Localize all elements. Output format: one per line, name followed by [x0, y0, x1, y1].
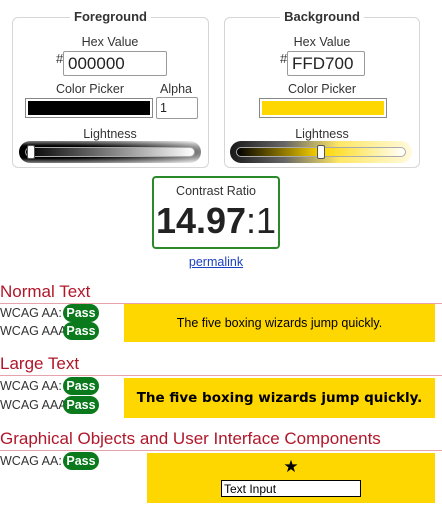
background-panel: Background Hex Value # Color Picker Ligh… [224, 9, 420, 168]
large-aaa-label: WCAG AAA: [0, 398, 71, 412]
contrast-ratio-box: Contrast Ratio 14.97:1 [152, 176, 280, 249]
foreground-lightness-label: Lightness [83, 127, 137, 141]
foreground-alpha-label: Alpha [160, 82, 192, 96]
contrast-ratio-number: 14.97 [155, 200, 247, 241]
normal-aa-pass-badge: Pass [63, 304, 99, 322]
normal-aa-label: WCAG AA: [0, 306, 62, 320]
background-lightness-label: Lightness [295, 127, 349, 141]
normal-aaa-label: WCAG AAA: [0, 324, 71, 338]
background-lightness-slider[interactable] [230, 141, 412, 163]
graphical-objects-heading: Graphical Objects and User Interface Com… [0, 429, 442, 451]
foreground-panel: Foreground Hex Value # Color Picker Alph… [12, 9, 209, 168]
foreground-color-picker-label: Color Picker [55, 82, 125, 96]
star-icon: ★ [283, 457, 299, 476]
foreground-lightness-track [25, 147, 195, 157]
large-aaa-pass-badge: Pass [63, 396, 99, 414]
normal-text-heading: Normal Text [0, 282, 442, 304]
foreground-color-picker[interactable] [25, 98, 153, 118]
foreground-lightness-slider[interactable] [19, 141, 201, 163]
background-swatch [262, 101, 384, 115]
background-title: Background [280, 9, 364, 24]
large-text-sample: The five boxing wizards jump quickly. [124, 378, 435, 418]
background-hex-input[interactable] [287, 51, 365, 76]
foreground-title: Foreground [70, 9, 151, 24]
permalink-link[interactable]: permalink [152, 255, 280, 269]
graphical-aa-pass-badge: Pass [63, 452, 99, 470]
sample-text-input[interactable] [221, 480, 361, 497]
contrast-ratio-suffix: :1 [246, 200, 277, 241]
large-aa-pass-badge: Pass [63, 377, 99, 395]
contrast-ratio-value: 14.97:1 [154, 200, 278, 242]
normal-text-sample: The five boxing wizards jump quickly. [124, 304, 435, 342]
background-color-picker-label: Color Picker [287, 82, 357, 96]
background-lightness-thumb[interactable] [317, 145, 325, 159]
graphical-aa-label: WCAG AA: [0, 454, 62, 468]
graphical-objects-sample: ★ [147, 453, 435, 503]
foreground-hex-label: Hex Value [81, 35, 139, 49]
foreground-swatch [28, 101, 150, 115]
large-text-heading: Large Text [0, 354, 442, 376]
foreground-alpha-input[interactable] [156, 97, 198, 119]
normal-aaa-pass-badge: Pass [63, 322, 99, 340]
large-aa-label: WCAG AA: [0, 379, 62, 393]
contrast-ratio-label: Contrast Ratio [176, 184, 256, 198]
background-hex-label: Hex Value [293, 35, 351, 49]
background-color-picker[interactable] [259, 98, 387, 118]
foreground-lightness-thumb[interactable] [27, 145, 35, 159]
foreground-hex-input[interactable] [63, 51, 167, 76]
